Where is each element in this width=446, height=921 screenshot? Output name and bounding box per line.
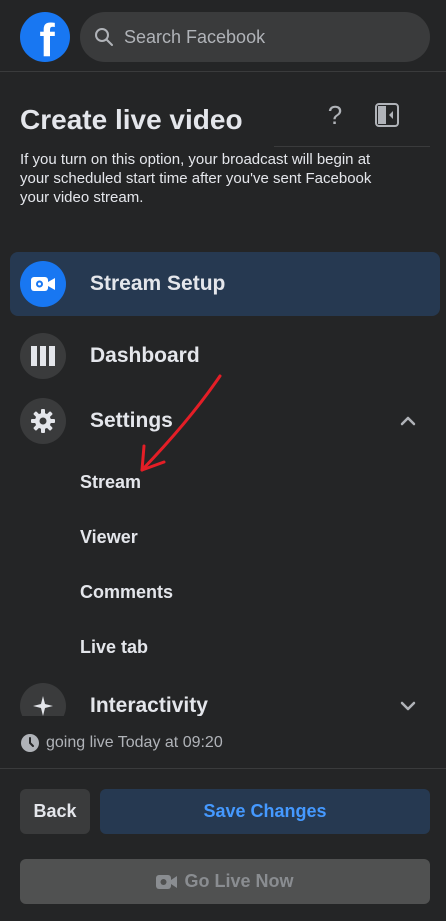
help-icon[interactable]: ?	[322, 100, 348, 132]
facebook-logo-icon[interactable]: f	[20, 12, 70, 62]
settings-sub-live-tab[interactable]: Live tab	[80, 637, 148, 658]
nav-label: Stream Setup	[90, 272, 226, 295]
nav-settings[interactable]: Settings	[10, 389, 440, 453]
save-changes-button[interactable]: Save Changes	[100, 789, 430, 834]
schedule-text: going live Today at 09:20	[46, 734, 223, 751]
go-live-label: Go Live Now	[184, 871, 294, 891]
nav-label: Settings	[90, 409, 173, 432]
collapse-sidebar-icon[interactable]	[374, 100, 400, 130]
clock-icon	[21, 734, 39, 752]
page-title: Create live video	[20, 104, 243, 135]
live-camera-icon	[156, 874, 178, 889]
search-bar[interactable]	[80, 12, 430, 62]
back-button[interactable]: Back	[20, 789, 90, 834]
schedule-status: going live Today at 09:20	[20, 733, 223, 753]
chevron-up-icon[interactable]	[398, 411, 418, 431]
nav-stream-setup[interactable]: Stream Setup	[10, 252, 440, 316]
divider	[274, 146, 430, 147]
nav-label: Dashboard	[90, 344, 200, 367]
settings-sub-stream[interactable]: Stream	[80, 472, 141, 493]
top-bar: f	[0, 0, 446, 72]
go-live-now-button[interactable]: Go Live Now	[20, 859, 430, 904]
nav-clip: Interactivity	[0, 680, 446, 716]
divider	[0, 768, 446, 769]
gear-icon	[20, 398, 66, 444]
dashboard-icon	[20, 333, 66, 379]
nav-interactivity[interactable]: Interactivity	[10, 680, 440, 716]
settings-sub-comments[interactable]: Comments	[80, 582, 173, 603]
sparkle-icon	[20, 683, 66, 716]
nav-label: Interactivity	[90, 694, 208, 716]
search-icon	[95, 28, 113, 46]
video-camera-icon	[20, 261, 66, 307]
info-text: If you turn on this option, your broadca…	[20, 151, 372, 206]
chevron-down-icon[interactable]	[398, 696, 418, 716]
nav-dashboard[interactable]: Dashboard	[10, 324, 440, 388]
search-input[interactable]	[124, 26, 404, 48]
settings-sub-viewer[interactable]: Viewer	[80, 527, 138, 548]
